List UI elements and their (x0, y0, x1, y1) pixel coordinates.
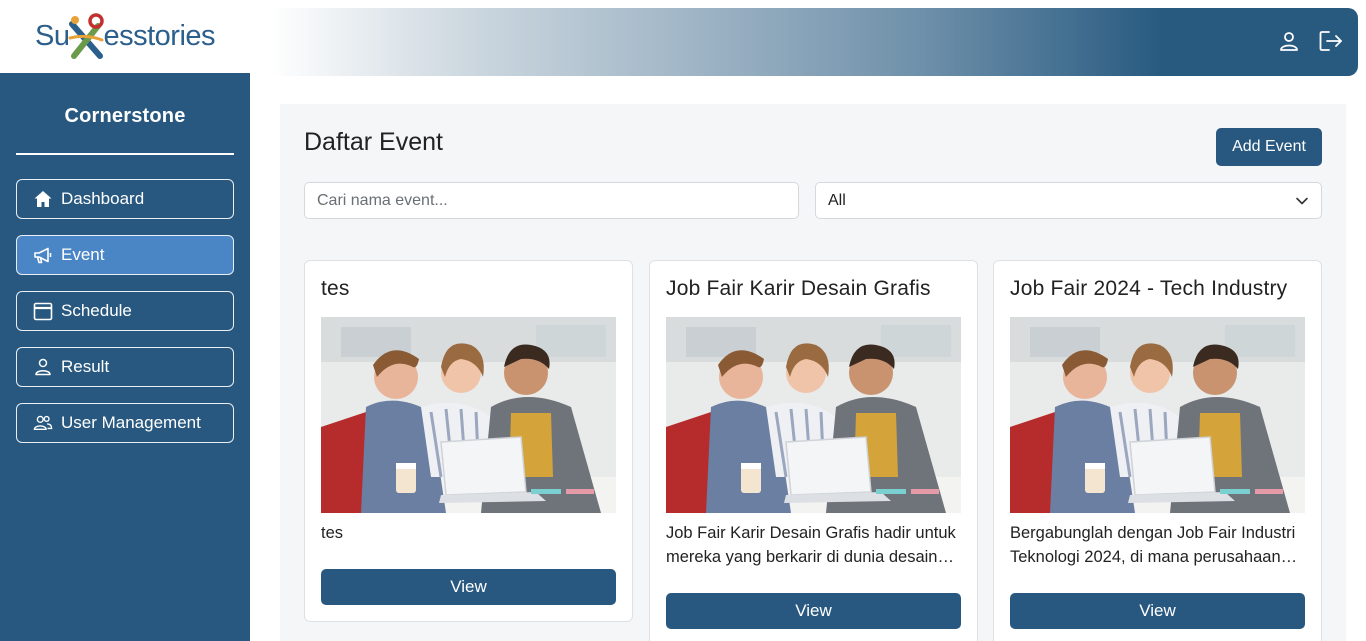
calendar-icon (33, 301, 53, 321)
sidebar-title: Cornerstone (64, 105, 186, 127)
sidebar-item-dashboard[interactable]: Dashboard (16, 179, 234, 219)
event-card-image (666, 317, 961, 513)
header-actions (1276, 28, 1344, 54)
sidebar: Cornerstone Dashboard Event Schedule Res… (0, 73, 250, 641)
sidebar-item-schedule[interactable]: Schedule (16, 291, 234, 331)
sidebar-divider (16, 153, 234, 155)
main-panel: Daftar Event Add Event All tes (280, 104, 1346, 641)
event-filter-select[interactable]: All (815, 182, 1322, 219)
event-card-title: tes (321, 277, 350, 300)
event-card-description: tes (321, 524, 344, 542)
event-card-image (321, 317, 616, 513)
page-title: Daftar Event (304, 128, 443, 156)
sidebar-item-user-management[interactable]: User Management (16, 403, 234, 443)
sidebar-item-label: Dashboard (61, 189, 145, 208)
home-icon (33, 189, 53, 209)
sidebar-item-label: Result (61, 357, 110, 376)
logo-text-suffix: esstories (103, 20, 216, 52)
view-button[interactable]: View (1010, 593, 1305, 629)
filter-selected-value: All (828, 191, 846, 209)
add-event-button[interactable]: Add Event (1216, 128, 1322, 166)
sidebar-item-result[interactable]: Result (16, 347, 234, 387)
chevron-down-icon (1295, 194, 1309, 213)
event-card: tes tes View (304, 260, 633, 622)
search-input[interactable] (304, 182, 799, 219)
view-button[interactable]: View (666, 593, 961, 629)
profile-icon[interactable] (1276, 28, 1302, 54)
logo-x-mark-icon (66, 12, 106, 62)
user-icon (33, 357, 53, 377)
event-card: Job Fair Karir Desain Grafis Job Fair Ka… (649, 260, 978, 641)
event-card-description: Bergabunglah dengan Job Fair Industri Te… (1010, 524, 1296, 566)
logo-area: Su esstories (0, 0, 250, 73)
top-header (270, 8, 1358, 76)
sidebar-item-event[interactable]: Event (16, 235, 234, 275)
logo-text-prefix: Su (34, 20, 70, 52)
logo[interactable]: Su esstories (34, 12, 216, 62)
sidebar-item-label: Event (61, 245, 105, 264)
sidebar-item-label: User Management (61, 413, 201, 432)
event-card: Job Fair 2024 - Tech Industry Bergabungl… (993, 260, 1322, 641)
event-card-title: Job Fair Karir Desain Grafis (666, 277, 931, 300)
megaphone-icon (33, 245, 53, 265)
event-card-title: Job Fair 2024 - Tech Industry (1010, 277, 1288, 300)
event-card-description: Job Fair Karir Desain Grafis hadir untuk… (666, 524, 956, 566)
event-card-image (1010, 317, 1305, 513)
view-button[interactable]: View (321, 569, 616, 605)
sidebar-nav: Dashboard Event Schedule Result User Man… (0, 179, 250, 443)
logout-icon[interactable] (1318, 28, 1344, 54)
sidebar-item-label: Schedule (61, 301, 132, 320)
users-icon (33, 413, 53, 433)
